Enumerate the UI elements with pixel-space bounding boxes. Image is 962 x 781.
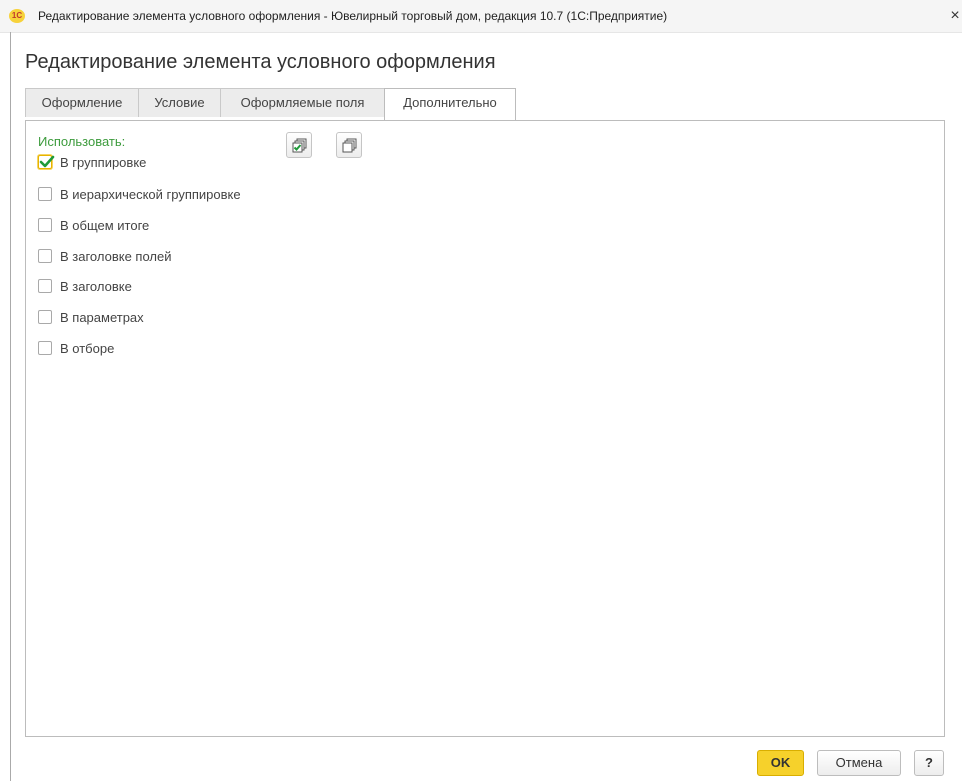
option-label: В общем итоге [60,218,150,233]
check-all-button[interactable] [286,132,312,158]
close-icon[interactable]: × [948,7,962,25]
uncheck-all-button[interactable] [336,132,362,158]
checkbox-checked[interactable] [38,155,55,169]
checkbox[interactable] [38,249,52,263]
window-title: Редактирование элемента условного оформл… [38,9,668,23]
checkmark-icon [39,155,55,168]
option-label: В группировке [60,155,147,170]
uncheck-all-icon [342,138,357,153]
option-label: В параметрах [60,310,144,325]
tab-panel-additional: Использовать: В группировке В иерархичес… [25,120,945,737]
page-title: Редактирование элемента условного оформл… [25,51,496,73]
ok-button[interactable]: OK [757,750,804,776]
tab-formatted-fields[interactable]: Оформляемые поля [220,88,385,117]
tab-appearance[interactable]: Оформление [25,88,139,117]
option-label: В отборе [60,341,115,356]
checkbox[interactable] [38,341,52,355]
checkbox[interactable] [38,187,52,201]
title-bar: 1С Редактирование элемента условного офо… [0,0,962,33]
option-label: В заголовке полей [60,249,172,264]
help-button[interactable]: ? [914,750,944,776]
option-label: В заголовке [60,279,132,294]
check-all-icon [292,138,307,153]
checkbox[interactable] [38,218,52,232]
checkbox[interactable] [38,279,52,293]
use-label: Использовать: [38,134,126,149]
option-label: В иерархической группировке [60,187,241,202]
window-edge [10,32,11,781]
checkbox[interactable] [38,310,52,324]
app-logo-icon: 1С [9,9,25,23]
tab-condition[interactable]: Условие [138,88,221,117]
tab-additional[interactable]: Дополнительно [384,88,516,121]
cancel-button[interactable]: Отмена [817,750,901,776]
